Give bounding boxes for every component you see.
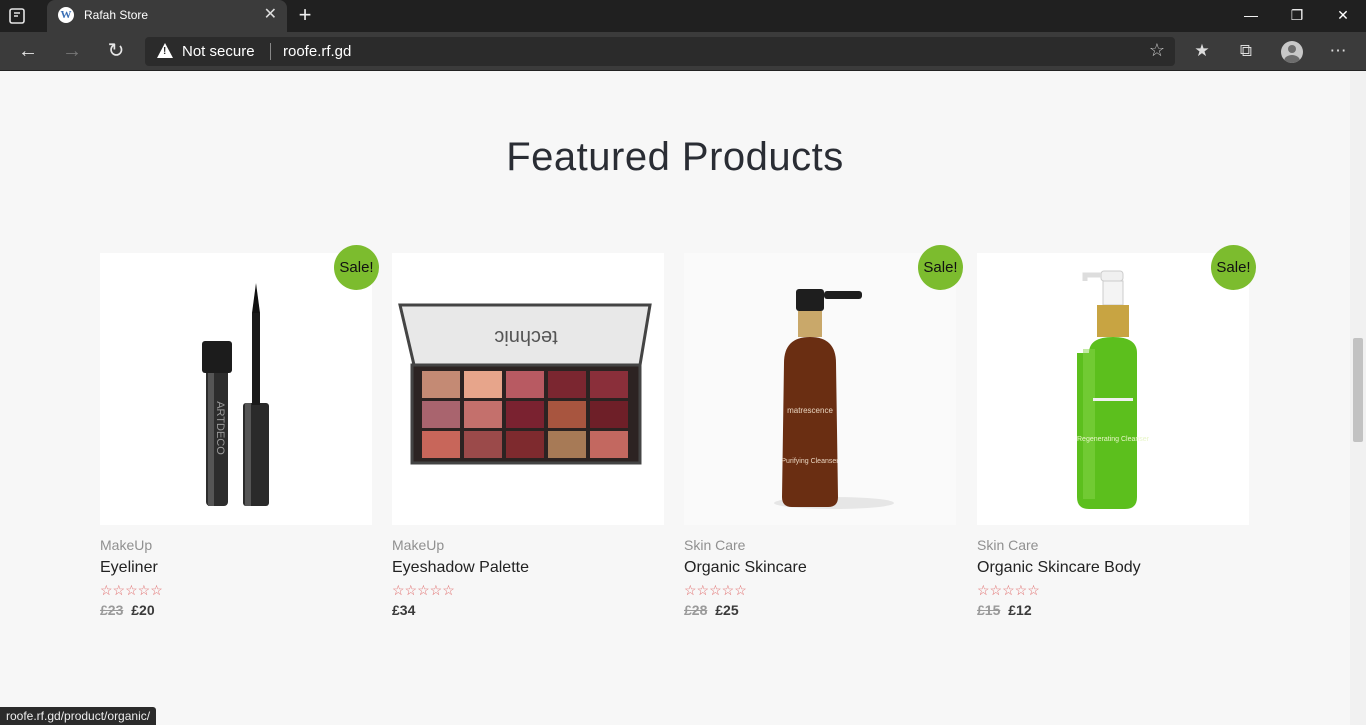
forward-icon[interactable]: →: [58, 38, 86, 64]
product-image[interactable]: technic: [392, 253, 664, 525]
title-bar: W Rafah Store ✕ + — ❐ ✕: [0, 0, 1366, 32]
tab-close-icon[interactable]: ✕: [264, 6, 277, 24]
star-rating: ☆☆☆☆☆: [100, 582, 163, 598]
page-content: Featured Products ARTDECO Sale! MakeUp E…: [0, 71, 1350, 725]
add-favorite-icon[interactable]: ☆: [1149, 40, 1165, 61]
product-image[interactable]: Regenerating Cleanser Sale!: [977, 245, 1256, 525]
eyeshadow-pan: [422, 431, 460, 458]
sale-badge: Sale!: [334, 245, 379, 290]
old-price: £15: [977, 602, 1001, 618]
url-text[interactable]: roofe.rf.gd: [283, 43, 351, 60]
eyeshadow-palette-image: technic: [398, 303, 652, 465]
minimize-button[interactable]: —: [1228, 0, 1274, 32]
close-window-button[interactable]: ✕: [1320, 0, 1366, 32]
scrollbar-thumb[interactable]: [1353, 338, 1363, 442]
favorites-icon[interactable]: ★: [1188, 37, 1216, 65]
product-card[interactable]: technic MakeUp Eyeshadow Palette ☆☆☆☆☆ £…: [392, 253, 664, 618]
back-icon[interactable]: ←: [14, 38, 42, 64]
palette-brand-text: technic: [494, 326, 557, 348]
product-category[interactable]: MakeUp: [100, 537, 372, 553]
eyeshadow-pan: [506, 401, 544, 428]
browser-toolbar: ← → ↻ ! Not secure roofe.rf.gd ☆ ★ ⧉ ⋯: [0, 32, 1366, 71]
product-card[interactable]: ARTDECO Sale! MakeUp Eyeliner ☆☆☆☆☆ £23 …: [100, 245, 379, 618]
product-price: £28 £25: [684, 602, 956, 618]
eyeshadow-pan: [422, 371, 460, 398]
old-price: £28: [684, 602, 708, 618]
product-name[interactable]: Organic Skincare Body: [977, 559, 1249, 577]
eyeshadow-pan: [464, 371, 502, 398]
profile-avatar[interactable]: [1281, 41, 1303, 63]
eyeshadow-pan: [506, 371, 544, 398]
product-image[interactable]: ARTDECO Sale!: [100, 245, 379, 525]
bottle-brand-text: matrescence: [787, 406, 833, 415]
star-rating: ☆☆☆☆☆: [684, 582, 747, 598]
eyeshadow-pan: [590, 401, 628, 428]
product-price: £23 £20: [100, 602, 372, 618]
refresh-icon[interactable]: ↻: [102, 38, 130, 64]
product-name[interactable]: Eyeliner: [100, 559, 372, 577]
eyeshadow-pan: [464, 401, 502, 428]
star-rating: ☆☆☆☆☆: [392, 582, 455, 598]
new-tab-button[interactable]: +: [294, 3, 316, 27]
sale-price: £20: [131, 602, 155, 618]
eyeshadow-pan: [506, 431, 544, 458]
status-bar-url: roofe.rf.gd/product/organic/: [0, 707, 157, 725]
eyeshadow-pan: [590, 431, 628, 458]
product-image[interactable]: matrescence Purifying Cleanser Sale!: [684, 245, 963, 525]
regular-price: £34: [392, 602, 416, 618]
product-name[interactable]: Eyeshadow Palette: [392, 559, 664, 577]
vertical-scrollbar[interactable]: [1350, 71, 1366, 725]
product-category[interactable]: MakeUp: [392, 537, 664, 553]
sale-badge: Sale!: [1211, 245, 1256, 290]
green-bottle-image: Regenerating Cleanser: [1077, 270, 1150, 509]
product-name[interactable]: Organic Skincare: [684, 559, 956, 577]
wordpress-icon: W: [58, 7, 74, 23]
sale-price: £25: [715, 602, 739, 618]
product-price: £15 £12: [977, 602, 1249, 618]
eyeshadow-pan: [548, 431, 586, 458]
bottle-label-text: Regenerating Cleanser: [1077, 436, 1150, 443]
security-label[interactable]: Not secure: [182, 43, 255, 60]
tab-title: Rafah Store: [84, 8, 149, 22]
eyeshadow-pan: [464, 431, 502, 458]
star-rating: ☆☆☆☆☆: [977, 582, 1040, 598]
cleanser-bottle-image: matrescence Purifying Cleanser: [774, 289, 894, 509]
section-title: Featured Products: [506, 135, 844, 179]
eyeshadow-pan: [548, 401, 586, 428]
eyeshadow-pan: [422, 401, 460, 428]
svg-text:ARTDECO: ARTDECO: [214, 401, 226, 455]
product-price: £34: [392, 602, 664, 618]
old-price: £23: [100, 602, 124, 618]
collections-icon[interactable]: ⧉: [1232, 37, 1260, 65]
sale-badge: Sale!: [918, 245, 963, 290]
eyeshadow-pan: [548, 371, 586, 398]
product-category[interactable]: Skin Care: [977, 537, 1249, 553]
tab-actions-icon[interactable]: [8, 7, 28, 25]
product-card[interactable]: Regenerating Cleanser Sale! Skin Care Or…: [977, 245, 1256, 618]
sale-price: £12: [1008, 602, 1032, 618]
more-options-icon[interactable]: ⋯: [1324, 37, 1352, 65]
address-bar[interactable]: ! Not secure roofe.rf.gd ☆: [145, 37, 1175, 66]
eyeliner-image: ARTDECO: [202, 283, 269, 506]
restore-button[interactable]: ❐: [1274, 0, 1320, 32]
bottle-label-text: Purifying Cleanser: [781, 458, 839, 465]
eyeshadow-pan: [590, 371, 628, 398]
browser-tab[interactable]: W Rafah Store ✕: [47, 0, 287, 32]
product-card[interactable]: matrescence Purifying Cleanser Sale! Ski…: [684, 245, 963, 618]
product-category[interactable]: Skin Care: [684, 537, 956, 553]
